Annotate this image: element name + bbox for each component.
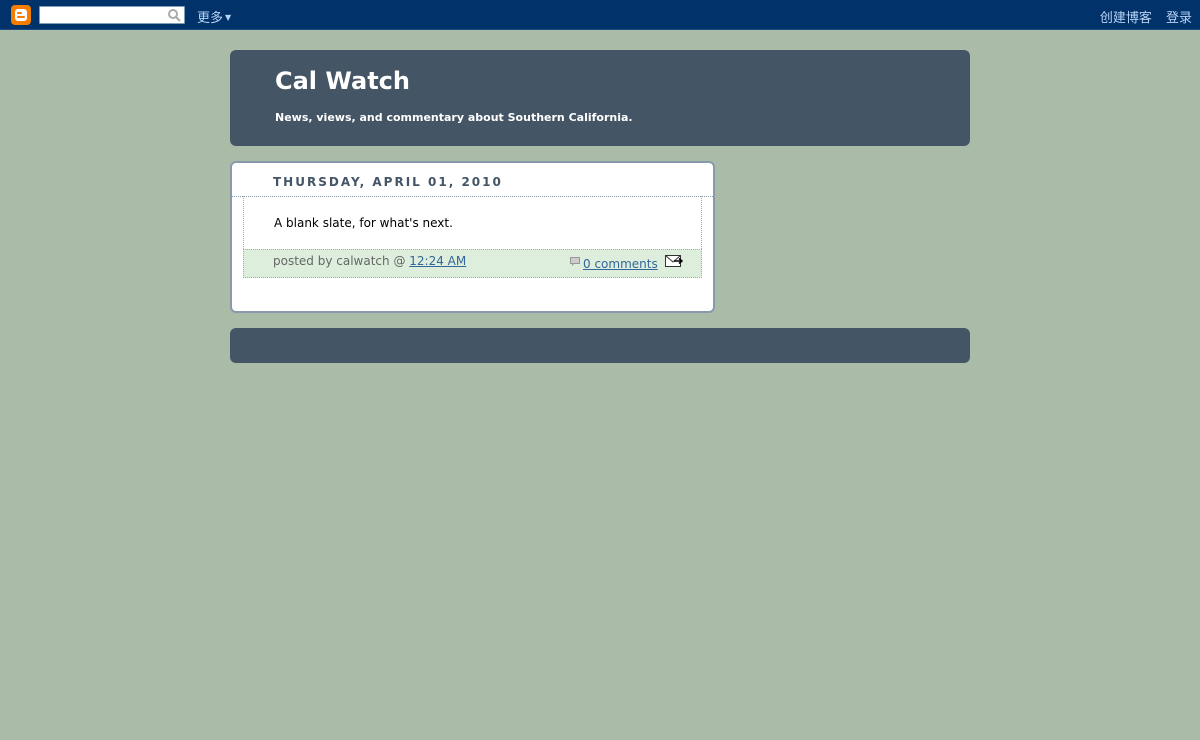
blog-description: News, views, and commentary about Southe… bbox=[275, 111, 633, 124]
post-author: posted by calwatch @ bbox=[273, 254, 410, 268]
blog-title[interactable]: Cal Watch bbox=[275, 67, 410, 95]
chevron-down-icon: ▼ bbox=[225, 13, 232, 22]
more-menu-button[interactable]: 更多 ▼ bbox=[197, 7, 231, 26]
post-author-line: posted by calwatch @ 12:24 AM bbox=[273, 254, 466, 268]
create-blog-link[interactable]: 创建博客 bbox=[1100, 11, 1152, 26]
search-input[interactable] bbox=[43, 10, 163, 27]
post-date: Thursday, April 01, 2010 bbox=[273, 175, 503, 189]
post-footer: posted by calwatch @ 12:24 AM 0 comments bbox=[243, 249, 702, 278]
comments-link[interactable]: 0 comments bbox=[583, 257, 658, 271]
comment-icon bbox=[570, 257, 580, 266]
blogger-logo-icon[interactable] bbox=[11, 5, 31, 25]
search-icon[interactable] bbox=[167, 8, 181, 22]
sign-in-link[interactable]: 登录 bbox=[1166, 11, 1192, 26]
post-text: A blank slate, for what's next. bbox=[274, 216, 453, 230]
navbar-right-links: 创建博客 登录 bbox=[1090, 7, 1192, 26]
blogger-navbar: 更多 ▼ 创建博客 登录 bbox=[0, 0, 1200, 30]
blog-header: Cal Watch News, views, and commentary ab… bbox=[230, 50, 970, 146]
page-footer bbox=[230, 328, 970, 363]
main-content: Thursday, April 01, 2010 A blank slate, … bbox=[230, 161, 715, 313]
search-box bbox=[39, 6, 185, 27]
more-menu-label: 更多 bbox=[197, 11, 224, 26]
post-body: A blank slate, for what's next. bbox=[243, 196, 702, 249]
email-post-icon[interactable] bbox=[665, 255, 683, 268]
post-timestamp-link[interactable]: 12:24 AM bbox=[409, 254, 466, 268]
